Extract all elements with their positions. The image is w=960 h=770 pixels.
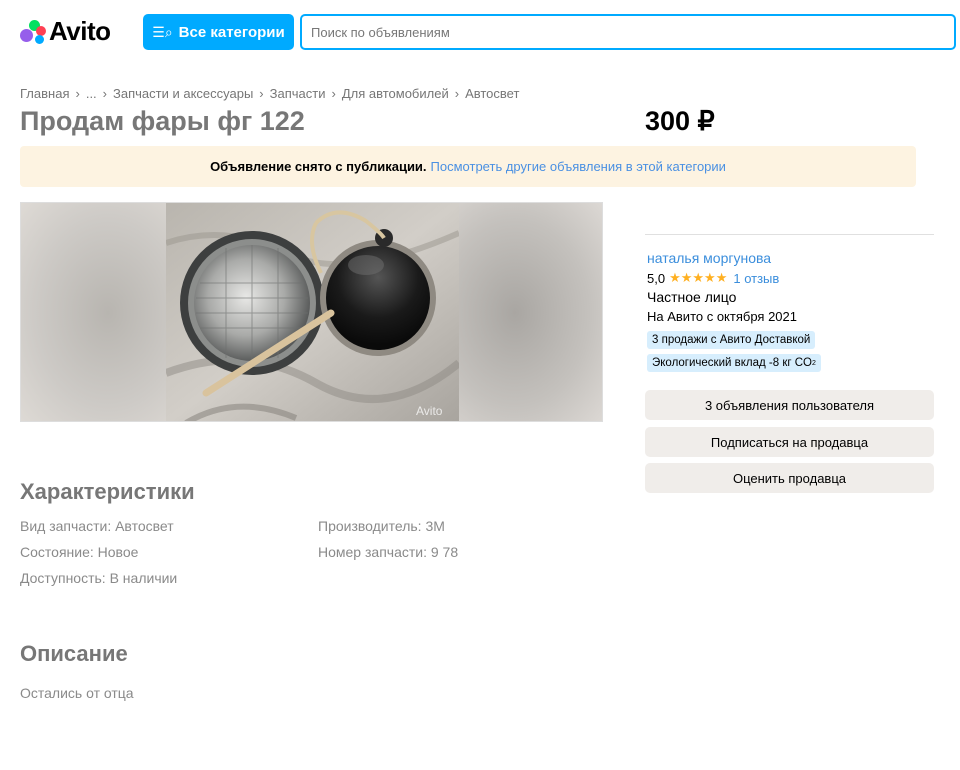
chevron-right-icon: › <box>454 86 460 101</box>
seller-type: Частное лицо <box>647 289 737 305</box>
seller-since: На Авито с октября 2021 <box>647 309 797 324</box>
chevron-right-icon: › <box>331 86 336 101</box>
description-heading: Описание <box>20 641 128 666</box>
logo-text: Avito <box>49 16 111 46</box>
gallery-blur-left <box>21 203 166 421</box>
chevron-right-icon: › <box>259 86 264 101</box>
all-categories-label: Все категории <box>178 23 285 41</box>
all-categories-button[interactable]: ☰⌕ Все категории <box>143 14 294 50</box>
chevron-right-icon: › <box>102 86 108 101</box>
unpublished-notice: Объявление снято с публикации. Посмотрет… <box>20 146 916 187</box>
search-box[interactable] <box>300 14 956 50</box>
search-input[interactable] <box>302 16 954 48</box>
listing-title: Продам фары фг 122 <box>20 106 305 136</box>
delivery-sales-badge: 3 продажи с Авито Доставкой <box>647 331 816 349</box>
breadcrumb-item-parts-accessories[interactable]: Запчасти и аксессуары <box>113 86 253 101</box>
char-manufacturer: Производитель: 3M <box>318 518 445 534</box>
eco-badge-subscript: 2 <box>812 359 816 367</box>
gallery-blur-right <box>457 203 602 421</box>
listing-price: 300 ₽ <box>645 106 715 136</box>
breadcrumb-item-lighting[interactable]: Автосвет <box>465 86 519 101</box>
menu-search-icon: ☰⌕ <box>152 23 173 40</box>
char-part-number: Номер запчасти: 9 78 <box>318 544 459 560</box>
seller-name-link[interactable]: наталья моргунова <box>647 250 771 266</box>
reviews-link[interactable]: 1 отзыв <box>733 271 779 286</box>
characteristics-heading: Характеристики <box>20 479 195 504</box>
avito-logo[interactable]: Avito <box>20 16 111 46</box>
watermark-text: Avito <box>416 404 443 418</box>
rate-seller-button[interactable]: Оценить продавца <box>645 463 934 493</box>
subscribe-seller-button[interactable]: Подписаться на продавца <box>645 427 934 457</box>
breadcrumb-item-parts[interactable]: Запчасти <box>270 86 326 101</box>
rating-value: 5,0 <box>647 270 666 286</box>
char-part-type: Вид запчасти: Автосвет <box>20 518 174 534</box>
seller-divider <box>645 234 934 235</box>
eco-badge-text: Экологический вклад -8 кг CO <box>652 357 813 369</box>
breadcrumb-item-for-cars[interactable]: Для автомобилей <box>342 86 449 101</box>
delivery-badge-text: 3 продажи с Авито Доставкой <box>652 334 811 346</box>
description-text: Остались от отца <box>20 685 134 701</box>
breadcrumb-item-ellipsis[interactable]: ... <box>86 86 97 101</box>
user-listings-button[interactable]: 3 объявления пользователя <box>645 390 934 420</box>
notice-text: Объявление снято с публикации. <box>210 159 427 174</box>
photo-gallery[interactable]: Avito <box>20 202 603 422</box>
listing-photo[interactable]: Avito <box>166 203 459 421</box>
rating-stars-icon: ★★★★★ <box>669 270 728 285</box>
eco-badge: Экологический вклад -8 кг CO 2 <box>647 354 821 372</box>
char-condition: Состояние: Новое <box>20 544 139 560</box>
char-availability: Доступность: В наличии <box>20 570 178 586</box>
other-listings-link[interactable]: Посмотреть другие объявления в этой кате… <box>431 159 726 174</box>
chevron-right-icon: › <box>75 86 80 101</box>
logo-dots-icon <box>20 18 48 44</box>
breadcrumb: Главная › ... › Запчасти и аксессуары › … <box>20 86 519 101</box>
breadcrumb-item-home[interactable]: Главная <box>20 86 69 101</box>
seller-rating: 5,0 ★★★★★ 1 отзыв <box>647 270 779 286</box>
